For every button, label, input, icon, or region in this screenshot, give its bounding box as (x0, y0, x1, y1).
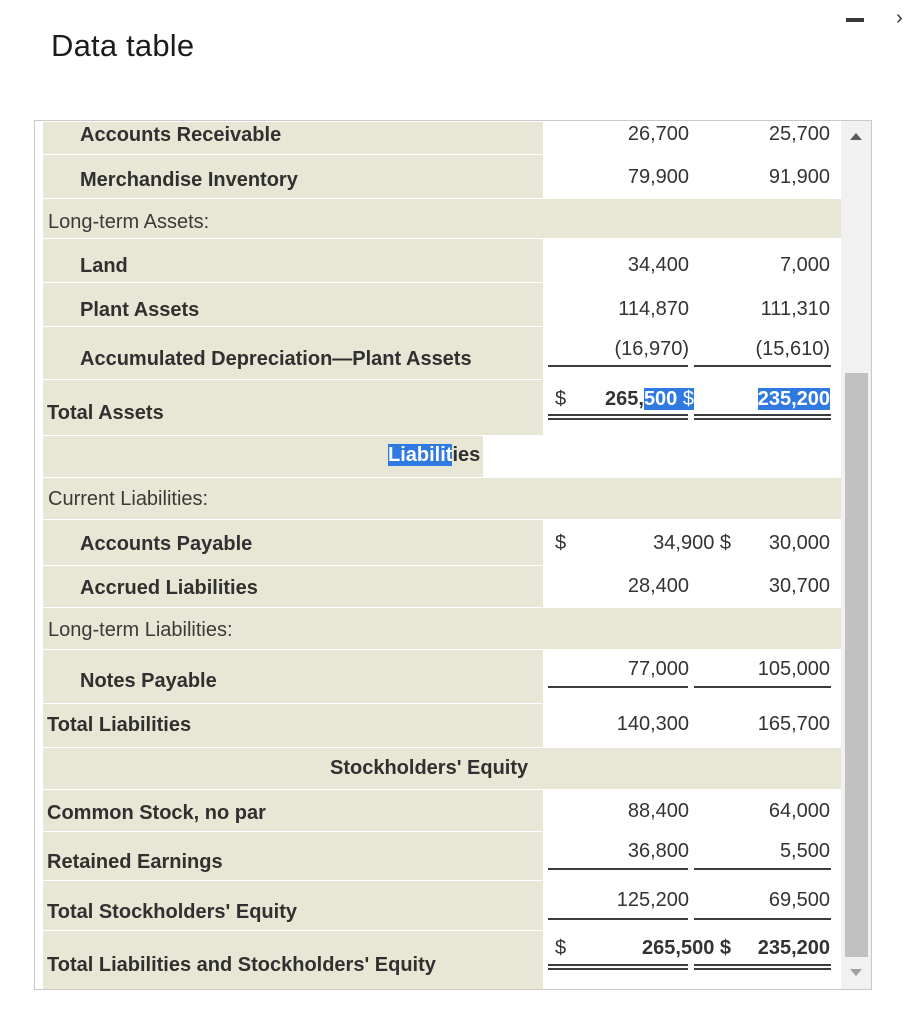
cell-value: (15,610) (755, 338, 831, 360)
row-label: Total Assets (47, 402, 164, 424)
subtotal-underline (694, 918, 831, 920)
table-row: Accounts Receivable 26,700 25,700 (43, 121, 841, 154)
table-row: Notes Payable 77,000 105,000 (43, 649, 841, 703)
cell-value: 235,200 (757, 937, 830, 959)
section-header: Liabilities (388, 443, 480, 467)
total-double-underline (548, 414, 688, 420)
cell-value: 79,900 (627, 166, 689, 188)
cell-value: 28,400 (627, 575, 689, 597)
cell-value: 111,310 (760, 298, 830, 320)
cell-value: 30,000 (768, 532, 830, 554)
balance-sheet-table: Accounts Receivable 26,700 25,700 Mercha… (43, 121, 841, 989)
total-double-underline (694, 414, 831, 420)
table-row: Total Liabilities 140,300 165,700 (43, 703, 841, 747)
subtotal-underline (548, 868, 688, 870)
cell-value: 140,300 (616, 713, 689, 735)
subtotal-underline (548, 918, 688, 920)
selected-text: 500 (643, 388, 678, 410)
table-row: Total Liabilities and Stockholders' Equi… (43, 930, 841, 989)
table-row: Accounts Payable $ 34,900 $ 30,000 (43, 519, 841, 565)
table-row: Land 34,400 7,000 (43, 238, 841, 282)
table-row: Common Stock, no par 88,400 64,000 (43, 789, 841, 831)
header-text: ies (452, 444, 481, 466)
row-label: Accrued Liabilities (80, 577, 258, 599)
subtotal-underline (548, 365, 688, 367)
cell-value: 30,700 (768, 575, 830, 597)
dialog-title: Data table (51, 28, 195, 63)
row-label: Total Stockholders' Equity (47, 901, 297, 923)
selected-text: 235,200 (757, 388, 830, 410)
row-label: Accumulated Depreciation—Plant Assets (80, 348, 472, 370)
subtotal-underline (694, 365, 831, 367)
table-row: Retained Earnings 36,800 5,500 (43, 831, 841, 880)
cell-value: 34,400 (627, 254, 689, 276)
row-label: Merchandise Inventory (80, 169, 298, 191)
selected-text: Liabilit (388, 444, 453, 466)
section-header-row: Liabilities (43, 435, 841, 477)
row-label: Land (80, 255, 128, 277)
cell-value: 7,000 (779, 254, 830, 276)
cell-value: 64,000 (768, 800, 830, 822)
row-label: Accounts Receivable (80, 124, 282, 146)
section-header-row: Stockholders' Equity (43, 747, 841, 789)
total-double-underline (548, 964, 688, 970)
row-label: Common Stock, no par (47, 802, 266, 824)
section-label: Long-term Assets: (48, 211, 210, 233)
row-label: Notes Payable (80, 670, 217, 692)
data-table-panel[interactable]: Accounts Receivable 26,700 25,700 Mercha… (34, 120, 872, 990)
section-row: Current Liabilities: (43, 477, 841, 519)
total-double-underline (694, 964, 831, 970)
cell-value: 125,200 (616, 889, 689, 911)
subtotal-underline (694, 868, 831, 870)
section-row: Long-term Assets: (43, 198, 841, 238)
section-header: Stockholders' Equity (330, 757, 529, 779)
row-label: Plant Assets (80, 299, 200, 321)
table-row: Total Assets $ 265,500 $ 235,200 (43, 379, 841, 435)
currency-symbol: $ (555, 532, 567, 554)
selected-text: $ (682, 388, 694, 410)
value-part: 265, (605, 388, 644, 410)
row-label: Total Liabilities and Stockholders' Equi… (47, 954, 436, 976)
cell-value: 69,500 (768, 889, 830, 911)
scroll-down-arrow-icon[interactable] (850, 969, 862, 976)
row-label: Accounts Payable (80, 533, 253, 555)
cell-value: 5,500 (779, 840, 830, 862)
cell-value: 77,000 (627, 658, 689, 680)
currency-symbol: $ (555, 388, 567, 410)
table-row: Merchandise Inventory 79,900 91,900 (43, 154, 841, 198)
cell-value: (16,970) (614, 338, 690, 360)
cell-value: 88,400 (627, 800, 689, 822)
cell-value: 165,700 (757, 713, 830, 735)
cell-value: 105,000 (757, 658, 830, 680)
table-row: Accrued Liabilities 28,400 30,700 (43, 565, 841, 607)
table-row: Plant Assets 114,870 111,310 (43, 282, 841, 326)
cell-value: 265,500 $ (605, 387, 694, 411)
section-label: Current Liabilities: (48, 488, 209, 510)
cell-value: 26,700 (627, 123, 689, 145)
vertical-scrollbar[interactable] (841, 121, 871, 989)
minimize-icon[interactable] (846, 18, 864, 22)
section-label: Long-term Liabilities: (48, 619, 233, 641)
scroll-up-arrow-icon[interactable] (850, 133, 862, 140)
table-row: Total Stockholders' Equity 125,200 69,50… (43, 880, 841, 930)
subtotal-underline (694, 686, 831, 688)
row-label: Total Liabilities (47, 714, 192, 736)
cell-value: 34,900 $ (653, 532, 731, 554)
scroll-thumb[interactable] (845, 373, 868, 957)
cell-value: 91,900 (768, 166, 830, 188)
row-label: Retained Earnings (47, 851, 223, 873)
cell-value: 235,200 (757, 387, 830, 411)
cell-value: 25,700 (768, 123, 830, 145)
cell-value: 114,870 (618, 298, 689, 320)
table-row: Accumulated Depreciation—Plant Assets (1… (43, 326, 841, 379)
subtotal-underline (548, 686, 688, 688)
currency-symbol: $ (555, 937, 567, 959)
close-icon[interactable]: › (896, 8, 903, 28)
section-row: Long-term Liabilities: (43, 607, 841, 649)
cell-value: 265,500 $ (642, 937, 731, 959)
cell-value: 36,800 (627, 840, 689, 862)
